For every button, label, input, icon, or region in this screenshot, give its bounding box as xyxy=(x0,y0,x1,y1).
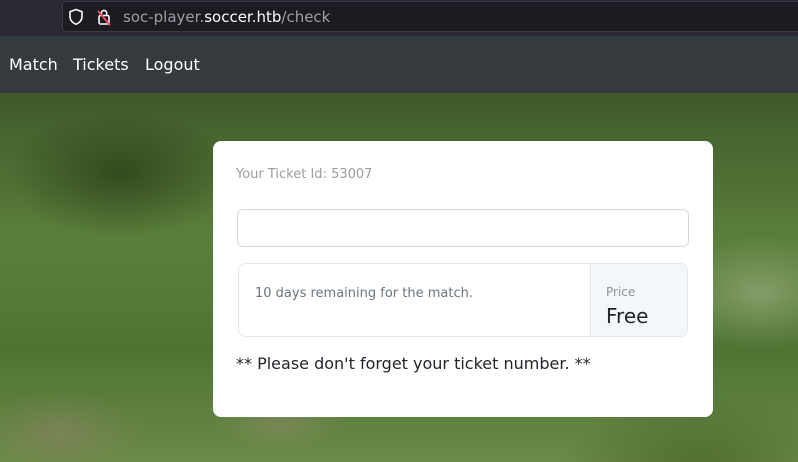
nav-link-match[interactable]: Match xyxy=(9,55,58,75)
browser-toolbar: soc-player.soccer.htb/check xyxy=(0,0,798,36)
price-value: Free xyxy=(606,304,649,328)
site-navbar: Match Tickets Logout xyxy=(0,36,798,93)
url-path: /check xyxy=(281,8,331,26)
url-text[interactable]: soc-player.soccer.htb/check xyxy=(123,7,330,27)
ticket-input[interactable] xyxy=(237,209,689,247)
url-host: soccer.htb xyxy=(204,8,282,26)
nav-link-logout[interactable]: Logout xyxy=(145,55,200,75)
match-info-box: 10 days remaining for the match. Price F… xyxy=(238,263,688,337)
price-label: Price xyxy=(606,285,636,299)
ticket-reminder-text: ** Please don't forget your ticket numbe… xyxy=(236,354,591,373)
url-prefix: soc-player. xyxy=(123,8,205,26)
ticket-card: Your Ticket Id: 53007 10 days remaining … xyxy=(213,141,713,417)
nav-link-tickets[interactable]: Tickets xyxy=(73,55,129,75)
ticket-id-label: Your Ticket Id: 53007 xyxy=(236,167,373,182)
days-remaining-text: 10 days remaining for the match. xyxy=(255,286,473,301)
shield-icon[interactable] xyxy=(68,8,84,26)
lock-icon[interactable] xyxy=(96,8,112,26)
price-panel: Price Free xyxy=(590,264,687,336)
